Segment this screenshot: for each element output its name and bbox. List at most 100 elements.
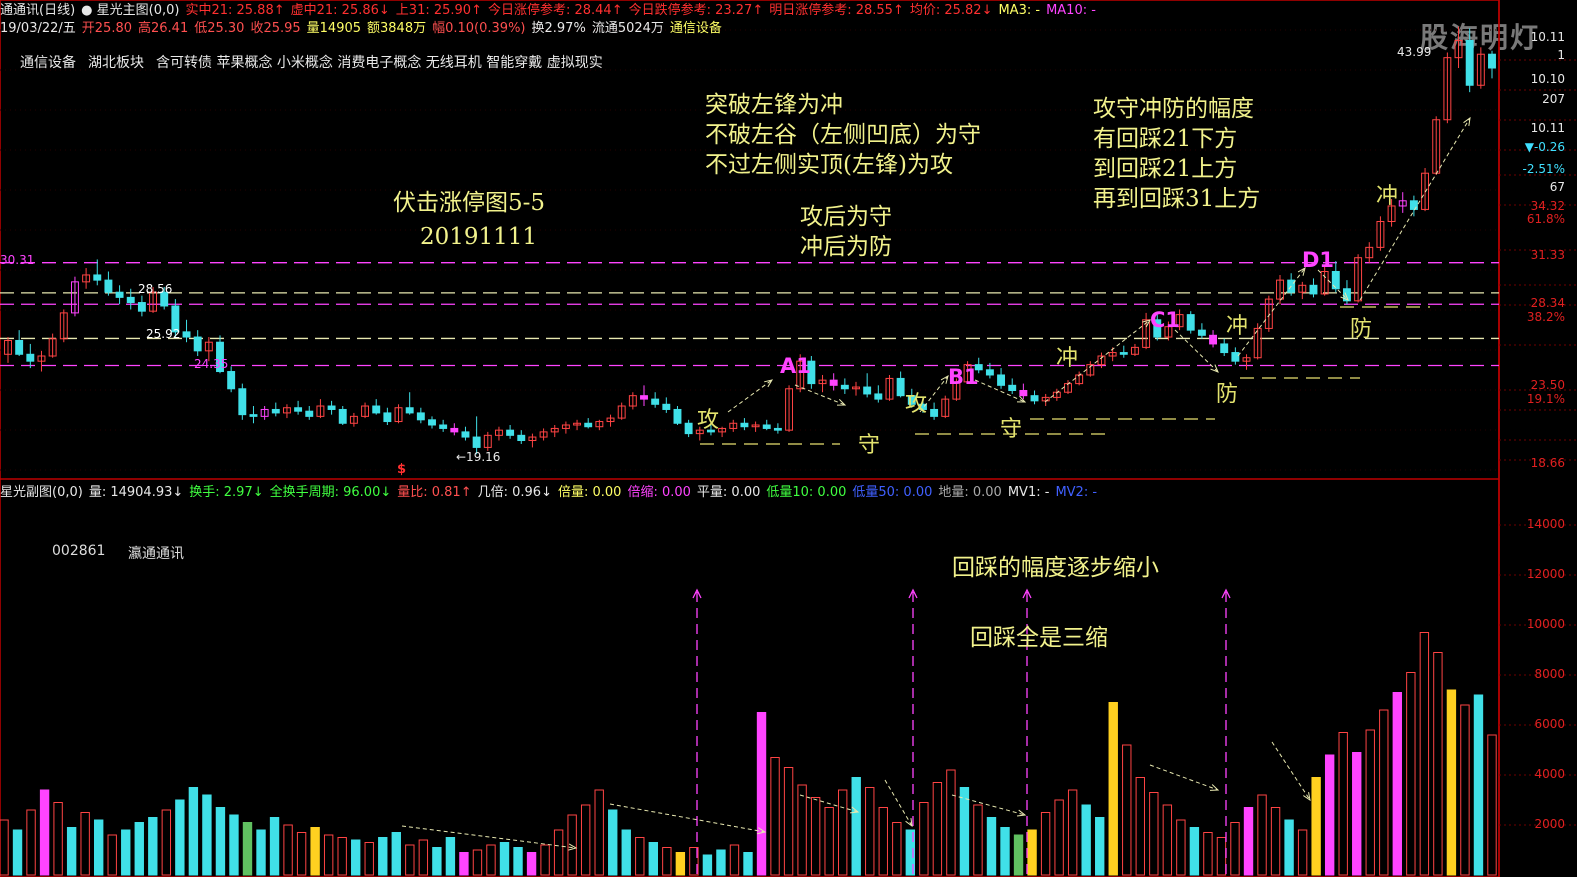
volume-bar	[959, 787, 970, 876]
volume-bar	[756, 712, 767, 876]
volume-bar	[1473, 694, 1484, 876]
volume-axis-label: 14000	[1526, 517, 1565, 531]
candle-body	[126, 296, 135, 304]
volume-bar	[1257, 794, 1267, 876]
volume-bar	[932, 782, 943, 876]
volume-bar	[1067, 789, 1078, 876]
candle-body	[428, 419, 436, 426]
volume-bar	[1230, 822, 1240, 876]
right-axis-label: 67	[1549, 180, 1565, 194]
volume-bar	[729, 844, 740, 876]
volume-axis-label: 8000	[1534, 667, 1565, 681]
volume-bar	[540, 844, 550, 876]
price-mark-2435: 24.35	[194, 357, 229, 371]
candle-body	[271, 408, 280, 414]
volume-bar	[229, 814, 239, 876]
volume-bar	[134, 822, 144, 876]
trend-arrow-head	[1463, 116, 1471, 126]
candle-body	[651, 398, 660, 405]
volume-bar	[1324, 754, 1335, 876]
label-fang-1: 防	[1216, 382, 1239, 407]
right-axis-label: ▼-0.26	[1524, 140, 1565, 154]
volume-bar	[1446, 689, 1457, 876]
right-axis-label: 207	[1542, 92, 1565, 106]
candle-body	[1008, 384, 1017, 391]
volume-bar	[1203, 832, 1213, 876]
candle-body	[104, 279, 113, 293]
rule-shou: 不破左谷（左侧凹底）为守	[705, 122, 981, 148]
candle-body	[93, 274, 102, 281]
volume-note-2: 回踩全是三缩	[970, 625, 1108, 651]
volume-bar	[337, 837, 347, 876]
volume-bar	[1487, 734, 1497, 876]
label-chong-3: 冲	[1376, 184, 1399, 209]
right-axis-label: 18.66	[1530, 456, 1565, 470]
dollar-mark: $	[397, 462, 407, 477]
volume-bar	[39, 789, 50, 876]
label-fang-2: 防	[1350, 317, 1373, 342]
volume-bar	[526, 852, 537, 876]
volume-bar	[1095, 817, 1105, 876]
candle-body	[450, 427, 459, 433]
volume-field-0: 星光副图(0,0)	[0, 485, 83, 500]
volume-axis-label: 2000	[1534, 817, 1565, 831]
peak-a1: A1	[780, 354, 811, 378]
volume-bar	[175, 799, 185, 876]
peak-d1: D1	[1302, 248, 1335, 272]
candle-body	[1231, 352, 1240, 362]
volume-bar	[296, 832, 307, 876]
volume-field-3: 全换手周期: 96.00↓	[269, 485, 392, 500]
candle-body	[1331, 271, 1340, 290]
range-step1: 有回踩21下方	[1093, 126, 1238, 152]
volume-trend-arrow-head	[905, 818, 913, 828]
right-axis-label: 1	[1557, 48, 1565, 62]
volume-bar	[1338, 732, 1348, 876]
volume-bar	[0, 819, 9, 876]
volume-bar	[1406, 672, 1416, 876]
candle-body	[249, 414, 258, 417]
candle-body	[383, 412, 392, 423]
volume-bar	[797, 784, 807, 876]
volume-bar	[1352, 752, 1362, 876]
candle-body	[762, 424, 771, 429]
candle-body	[684, 422, 693, 435]
volume-bar	[1027, 829, 1037, 876]
candle-body	[439, 424, 448, 429]
volume-bar	[310, 827, 320, 876]
volume-bar	[1460, 704, 1470, 876]
volume-field-7: 倍缩: 0.00	[627, 485, 691, 500]
volume-bar	[1392, 692, 1403, 876]
volume-bar	[580, 804, 591, 876]
volume-axis-label: 4000	[1534, 767, 1565, 781]
volume-bar	[107, 834, 117, 876]
candle-body	[896, 377, 905, 397]
volume-bar	[351, 839, 361, 876]
peak-b1: B1	[948, 365, 979, 389]
volume-bar	[648, 842, 659, 876]
candle-body	[874, 393, 883, 400]
stock-code: 002861	[52, 543, 106, 559]
volume-bar	[1162, 804, 1173, 876]
candle-body	[1209, 334, 1218, 345]
candle-body	[115, 291, 124, 298]
volume-bar	[743, 852, 753, 876]
candle-body	[305, 410, 314, 417]
volume-bar	[202, 794, 212, 876]
trend-arrow	[1237, 267, 1306, 357]
right-axis-label: 31.33	[1530, 248, 1565, 262]
volume-bar	[621, 829, 631, 876]
volume-bar	[121, 829, 131, 876]
candle-body	[327, 405, 336, 410]
volume-field-2: 换手: 2.97↓	[189, 485, 264, 500]
candle-body	[1220, 343, 1229, 354]
volume-bar	[1081, 804, 1091, 876]
volume-bar	[837, 789, 848, 876]
candle-body	[227, 371, 236, 390]
volume-axis-label: 12000	[1526, 567, 1565, 581]
right-axis-label: 19.1%	[1526, 392, 1565, 406]
volume-bar	[12, 829, 23, 876]
volume-field-10: 低量50: 0.00	[852, 485, 933, 500]
candle-body	[1465, 39, 1474, 86]
range-title: 攻守冲防的幅度	[1093, 96, 1254, 122]
volume-bar	[405, 844, 415, 876]
